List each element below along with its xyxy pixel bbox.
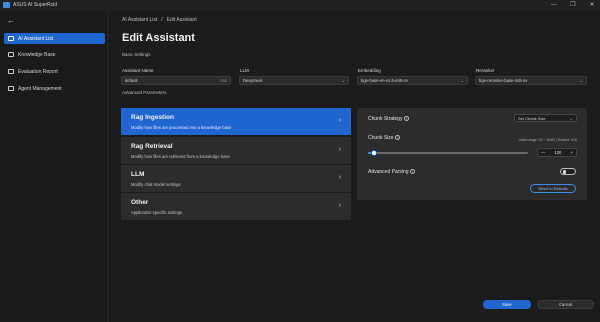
chevron-right-icon: ›: [338, 117, 341, 124]
window-controls: — ❐ ✕: [550, 0, 596, 10]
list-icon: [8, 36, 14, 41]
cancel-button[interactable]: Cancel: [537, 300, 594, 309]
sidebar-item-agent-management[interactable]: Agent Management: [4, 83, 105, 94]
advanced-parameters-label: Advanced Parameters: [122, 90, 167, 95]
chunk-size-slider[interactable]: [368, 150, 528, 156]
assistant-name-input[interactable]: default 7/50: [121, 76, 231, 85]
chunk-strategy-label: Chunk Strategy: [368, 116, 403, 122]
param-category-rag-retrieval[interactable]: Rag Retrieval Modify how files are retri…: [121, 137, 351, 165]
param-category-desc: Modify how files are retrieved from a kn…: [131, 154, 230, 159]
param-category-rag-ingestion[interactable]: Rag Ingestion Modify how files are proce…: [121, 108, 351, 136]
llm-value: DeepSeek: [243, 78, 263, 83]
sidebar-item-evaluation-report[interactable]: Evaluation Report: [4, 66, 105, 77]
reranker-label: Reranker: [476, 68, 495, 73]
chevron-right-icon: ›: [338, 174, 341, 181]
sidebar-item-label: Knowledge Base: [18, 51, 56, 58]
chunk-size-label: Chunk Size: [368, 135, 394, 141]
app-logo-icon: [3, 2, 10, 8]
sidebar-item-label: AI Assistant List: [18, 35, 54, 42]
folder-icon: [8, 52, 14, 57]
param-category-desc: Application specific settings: [131, 210, 183, 215]
chevron-down-icon: ⌄: [569, 115, 573, 121]
assistant-name-value: default: [125, 78, 138, 83]
decrement-button[interactable]: —: [541, 150, 545, 155]
advanced-parsing-toggle[interactable]: [560, 168, 576, 175]
page-title: Edit Assistant: [122, 32, 195, 44]
agent-icon: [8, 86, 14, 91]
basic-settings-label: Basic Settings: [122, 52, 151, 57]
chevron-right-icon: ›: [338, 146, 341, 153]
minimize-icon[interactable]: —: [550, 1, 558, 9]
param-category-llm[interactable]: LLM Modify chat model settings ›: [121, 165, 351, 193]
maximize-icon[interactable]: ❐: [569, 1, 577, 9]
embedding-select[interactable]: bge-base-en-v1.5-int8-ov ⌄: [357, 76, 468, 85]
breadcrumb: AI Assistant List / Edit Assistant: [122, 17, 197, 23]
sidebar-item-label: Agent Management: [18, 85, 62, 92]
chevron-down-icon: ⌄: [341, 78, 345, 83]
parameter-category-list: Rag Ingestion Modify how files are proce…: [121, 108, 351, 222]
app-title: ASUS AI SuperRcld: [13, 2, 58, 8]
embedding-value: bge-base-en-v1.5-int8-ov: [361, 78, 408, 83]
sidebar-item-knowledge-base[interactable]: Knowledge Base: [4, 49, 105, 60]
chevron-down-icon: ⌄: [579, 78, 583, 83]
param-category-other[interactable]: Other Application specific settings ›: [121, 193, 351, 221]
increment-button[interactable]: +: [571, 150, 573, 155]
info-icon[interactable]: i: [395, 135, 400, 140]
embedding-label: Embedding: [358, 68, 381, 73]
info-icon[interactable]: i: [404, 116, 409, 121]
sidebar: ← AI Assistant List Knowledge Base Evalu…: [0, 10, 108, 322]
reset-to-defaults-button[interactable]: Reset to Defaults: [530, 184, 576, 193]
chevron-right-icon: ›: [338, 202, 341, 209]
param-category-desc: Modify how files are processed into a kn…: [131, 125, 232, 130]
assistant-name-label: Assistant Name: [122, 68, 154, 73]
advanced-parsing-label: Advanced Parsing: [368, 169, 409, 175]
llm-label: LLM: [240, 68, 249, 73]
breadcrumb-current: Edit Assistant: [166, 17, 197, 23]
toggle-knob: [562, 170, 566, 174]
param-category-title: Rag Ingestion: [131, 114, 174, 121]
param-category-desc: Modify chat model settings: [131, 182, 181, 187]
slider-handle[interactable]: [371, 150, 377, 156]
param-category-title: Other: [131, 199, 149, 206]
save-button[interactable]: Save: [483, 300, 531, 309]
param-category-title: Rag Retrieval: [131, 143, 173, 150]
info-icon[interactable]: i: [410, 169, 415, 174]
param-category-title: LLM: [131, 171, 145, 178]
chunk-size-range-hint: Valid range: 50 ~ 8000 | Default: 120: [518, 138, 577, 142]
report-icon: [8, 69, 14, 74]
reranker-select[interactable]: bge-reranker-base-int8-ov ⌄: [475, 76, 587, 85]
chunk-size-stepper[interactable]: — 120 +: [537, 148, 577, 157]
chunk-strategy-select[interactable]: Set Chunk Size ⌄: [514, 114, 577, 122]
llm-select[interactable]: DeepSeek ⌄: [239, 76, 349, 85]
close-icon[interactable]: ✕: [588, 1, 596, 9]
char-counter: 7/50: [219, 78, 227, 83]
title-bar: ASUS AI SuperRcld — ❐ ✕: [0, 0, 600, 10]
sidebar-item-label: Evaluation Report: [18, 68, 58, 75]
reranker-value: bge-reranker-base-int8-ov: [479, 78, 528, 83]
back-arrow-icon[interactable]: ←: [7, 17, 15, 25]
chunk-strategy-value: Set Chunk Size: [518, 115, 546, 121]
chevron-down-icon: ⌄: [460, 78, 464, 83]
breadcrumb-separator: /: [161, 17, 163, 23]
main-content: AI Assistant List / Edit Assistant Edit …: [109, 10, 600, 322]
sidebar-item-ai-assistant-list[interactable]: AI Assistant List: [4, 33, 105, 44]
breadcrumb-parent-link[interactable]: AI Assistant List: [122, 17, 157, 23]
rag-ingestion-settings-panel: Chunk Strategy i Set Chunk Size ⌄ Chunk …: [357, 108, 587, 200]
chunk-size-value[interactable]: 120: [554, 150, 561, 155]
